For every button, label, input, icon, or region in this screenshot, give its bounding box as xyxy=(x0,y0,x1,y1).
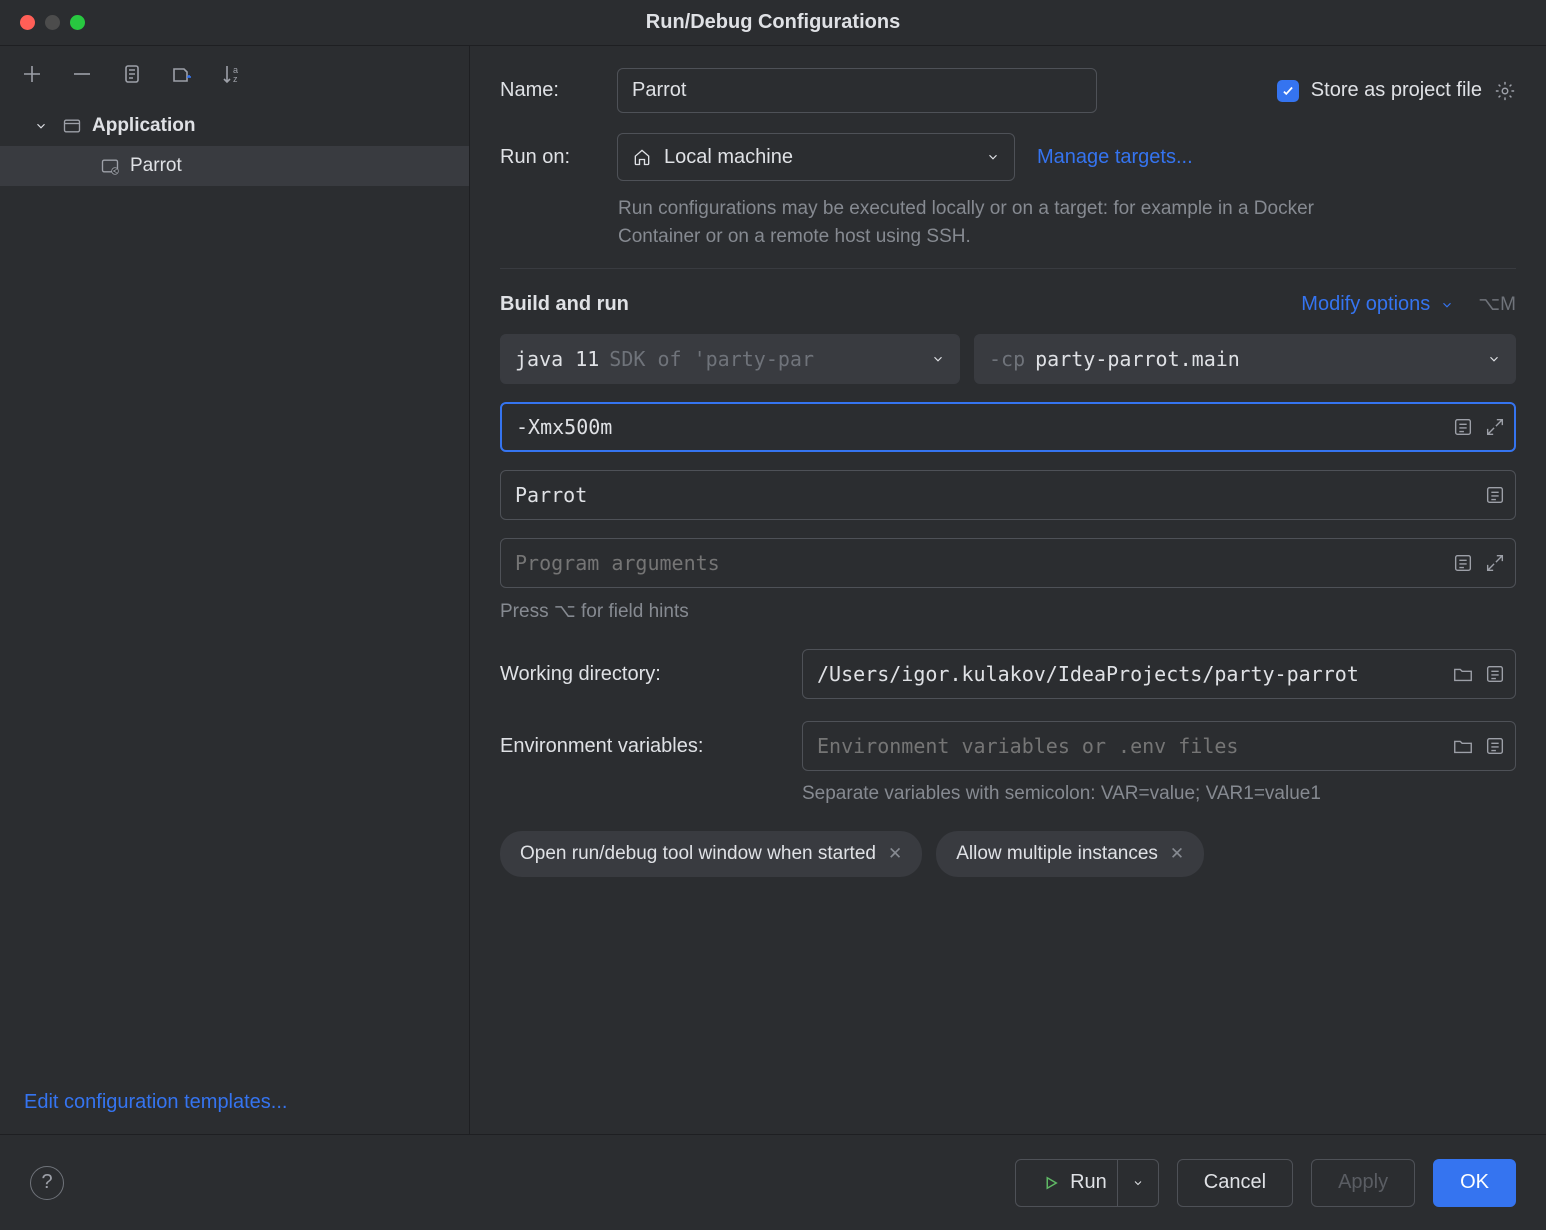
env-label: Environment variables: xyxy=(500,735,780,758)
titlebar: Run/Debug Configurations xyxy=(0,0,1546,46)
help-button[interactable]: ? xyxy=(30,1166,64,1200)
history-icon[interactable] xyxy=(1452,552,1474,574)
svg-text:z: z xyxy=(233,74,238,84)
modify-options-shortcut: ⌥M xyxy=(1478,293,1516,316)
history-icon[interactable] xyxy=(1484,663,1506,685)
chevron-down-icon xyxy=(34,119,48,133)
separator xyxy=(500,268,1516,269)
run-config-icon xyxy=(100,156,120,176)
jdk-select[interactable]: java 11 SDK of 'party-par xyxy=(500,334,960,384)
tree-group-application[interactable]: Application xyxy=(0,106,469,146)
history-icon[interactable] xyxy=(1484,735,1506,757)
env-hint: Separate variables with semicolon: VAR=v… xyxy=(802,783,1516,805)
add-config-icon[interactable] xyxy=(18,60,46,88)
cp-prefix: -cp xyxy=(989,347,1025,371)
name-label: Name: xyxy=(500,79,595,102)
workdir-field xyxy=(802,649,1516,699)
run-button[interactable]: Run xyxy=(1015,1159,1159,1207)
field-hint: Press ⌥ for field hints xyxy=(500,600,1516,623)
options-tags: Open run/debug tool window when started … xyxy=(500,831,1516,877)
tree-item-parrot[interactable]: Parrot xyxy=(0,146,469,186)
footer: ? Run Cancel Apply OK xyxy=(0,1134,1546,1230)
sidebar-toolbar: az xyxy=(0,46,469,102)
classpath-select[interactable]: -cp party-parrot.main xyxy=(974,334,1516,384)
cp-value: party-parrot.main xyxy=(1035,347,1240,371)
sidebar: az Application Parrot Edit configuration… xyxy=(0,46,470,1134)
copy-config-icon[interactable] xyxy=(118,60,146,88)
check-icon xyxy=(1281,84,1295,98)
application-type-icon xyxy=(62,116,82,136)
close-window-icon[interactable] xyxy=(20,15,35,30)
sort-config-icon[interactable]: az xyxy=(218,60,246,88)
env-field xyxy=(802,721,1516,771)
program-args-field xyxy=(500,538,1516,588)
run-button-label: Run xyxy=(1070,1171,1107,1194)
tag-open-tool-window[interactable]: Open run/debug tool window when started … xyxy=(500,831,922,877)
program-args-input[interactable] xyxy=(500,538,1516,588)
tree-item-label: Parrot xyxy=(130,155,182,177)
vm-options-input[interactable] xyxy=(500,402,1516,452)
window-controls xyxy=(0,15,85,30)
chevron-down-icon xyxy=(1132,1177,1144,1189)
folder-icon[interactable] xyxy=(1452,735,1474,757)
save-config-icon[interactable] xyxy=(168,60,196,88)
tag-label: Allow multiple instances xyxy=(956,843,1158,865)
store-project-file-label: Store as project file xyxy=(1311,79,1482,102)
chevron-down-icon xyxy=(1487,352,1501,366)
workdir-input[interactable] xyxy=(802,649,1516,699)
history-icon[interactable] xyxy=(1452,416,1474,438)
window-title: Run/Debug Configurations xyxy=(0,11,1546,34)
jdk-hint: SDK of 'party-par xyxy=(609,347,814,371)
main-class-field xyxy=(500,470,1516,520)
runon-hint: Run configurations may be executed local… xyxy=(618,195,1338,250)
runon-select[interactable]: Local machine xyxy=(617,133,1015,181)
jdk-value: java 11 xyxy=(515,347,599,371)
cancel-button[interactable]: Cancel xyxy=(1177,1159,1293,1207)
tag-allow-multiple[interactable]: Allow multiple instances ✕ xyxy=(936,831,1204,877)
manage-targets-link[interactable]: Manage targets... xyxy=(1037,146,1193,169)
store-project-file-checkbox[interactable] xyxy=(1277,80,1299,102)
runon-value: Local machine xyxy=(664,146,793,169)
workdir-label: Working directory: xyxy=(500,663,780,686)
remove-config-icon[interactable] xyxy=(68,60,96,88)
apply-button[interactable]: Apply xyxy=(1311,1159,1415,1207)
edit-templates-link[interactable]: Edit configuration templates... xyxy=(24,1091,287,1113)
main-class-input[interactable] xyxy=(500,470,1516,520)
close-icon[interactable]: ✕ xyxy=(1170,844,1184,864)
folder-icon[interactable] xyxy=(1452,663,1474,685)
vm-options-field xyxy=(500,402,1516,452)
ok-button[interactable]: OK xyxy=(1433,1159,1516,1207)
runon-label: Run on: xyxy=(500,146,595,169)
run-button-dropdown[interactable] xyxy=(1117,1160,1158,1206)
build-run-title: Build and run xyxy=(500,293,629,316)
gear-icon[interactable] xyxy=(1494,80,1516,102)
expand-icon[interactable] xyxy=(1484,552,1506,574)
tree-group-label: Application xyxy=(92,115,195,137)
env-input[interactable] xyxy=(802,721,1516,771)
close-icon[interactable]: ✕ xyxy=(888,844,902,864)
chevron-down-icon xyxy=(986,150,1000,164)
home-icon xyxy=(632,147,652,167)
modify-options-link[interactable]: Modify options xyxy=(1301,293,1430,316)
chevron-down-icon xyxy=(931,352,945,366)
history-icon[interactable] xyxy=(1484,484,1506,506)
name-input[interactable] xyxy=(617,68,1097,113)
chevron-down-icon xyxy=(1440,298,1454,312)
main-panel: Name: Store as project file Run on: Loca… xyxy=(470,46,1546,1134)
tag-label: Open run/debug tool window when started xyxy=(520,843,876,865)
zoom-window-icon[interactable] xyxy=(70,15,85,30)
expand-icon[interactable] xyxy=(1484,416,1506,438)
play-icon xyxy=(1042,1174,1060,1192)
config-tree: Application Parrot xyxy=(0,102,469,190)
minimize-window-icon[interactable] xyxy=(45,15,60,30)
